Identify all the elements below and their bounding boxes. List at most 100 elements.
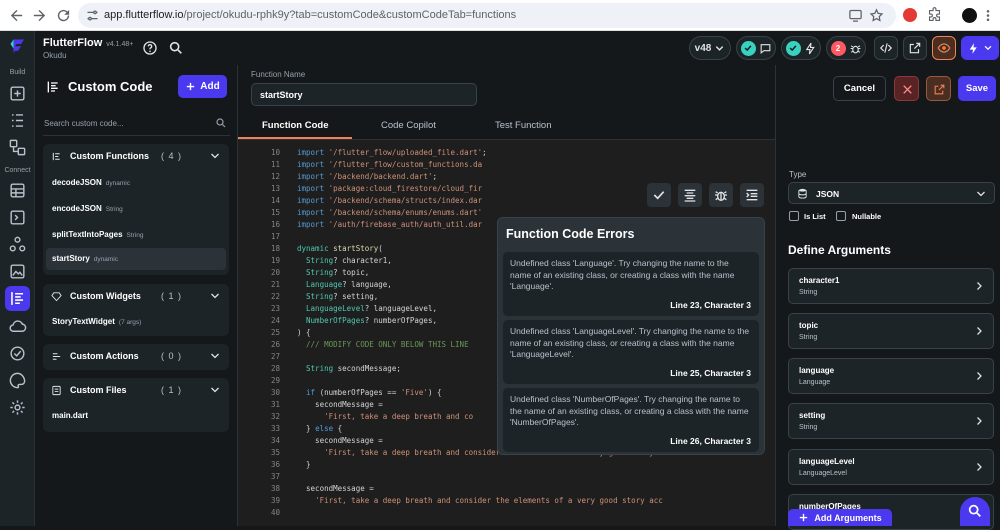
app-values-icon[interactable] [8,208,27,227]
debug-button[interactable] [709,183,733,207]
line-number: 17 [270,232,280,241]
function-name-input[interactable]: startStory [251,83,477,106]
align-code-button[interactable] [678,183,702,207]
error-item[interactable]: Undefined class 'LanguageLevel'. Try cha… [503,320,759,384]
collaboration-status-button[interactable] [736,36,776,60]
add-arguments-button[interactable]: Add Arguments [788,509,892,526]
database-icon[interactable] [8,181,27,200]
custom-actions-header[interactable]: Custom Actions ( 0 ) [43,344,229,368]
widget-tree-icon[interactable] [8,111,27,130]
error-item[interactable]: Undefined class 'NumberOfPages'. Try cha… [503,388,759,452]
test-icon[interactable] [8,344,27,363]
return-type-dropdown[interactable]: JSON [788,182,995,204]
reload-icon[interactable] [55,7,72,24]
line-number: 10 [270,148,280,157]
custom-functions-header[interactable]: Custom Functions ( 4 ) [43,144,229,168]
argument-item-language[interactable]: language Language [788,358,994,394]
line-number: 15 [270,208,280,217]
error-item[interactable]: Undefined class 'Language'. Try changing… [503,252,759,316]
delete-function-button[interactable] [894,76,919,101]
cloud-functions-icon[interactable] [8,317,27,336]
media-assets-icon[interactable] [8,262,27,281]
open-in-new-button[interactable] [926,76,951,101]
add-page-icon[interactable] [8,84,27,103]
browser-menu-icon[interactable] [983,7,993,24]
is-list-checkbox[interactable] [789,211,799,221]
code-line: import '/flutter_flow/custom_functions.d… [297,160,483,169]
argument-item-setting[interactable]: setting String [788,403,994,439]
chevron-down-icon [975,188,987,200]
project-issues-button[interactable]: 2 [826,36,866,60]
help-icon[interactable] [142,40,158,56]
search-icon[interactable] [168,40,184,56]
bookmark-star-icon[interactable] [869,8,884,23]
argument-item-character1[interactable]: character1 String [788,268,994,304]
extensions-puzzle-icon[interactable] [926,7,943,24]
url-text: app.flutterflow.io/project/okudu-rphk9y?… [104,9,517,21]
nullable-checkbox[interactable] [836,211,846,221]
function-item-decodejson[interactable]: decodeJSON dynamic [46,172,226,194]
argument-item-languagelevel[interactable]: languageLevel LanguageLevel [788,449,994,485]
function-item-splittextintopages[interactable]: splitTextIntoPages String [46,224,226,246]
plus-icon [800,513,808,522]
line-number: 13 [270,184,280,193]
line-number: 30 [270,388,280,397]
rail-connect-label: Connect [4,167,31,174]
function-list-icon [51,151,62,162]
error-location: Line 25, Character 3 [670,368,751,378]
tab-function-code[interactable]: Function Code [262,120,329,131]
error-message: Undefined class 'Language'. Try changing… [510,258,735,291]
install-app-icon[interactable] [848,8,863,23]
back-arrow-icon[interactable] [8,7,25,24]
adblock-extension-icon[interactable] [903,8,917,22]
search-custom-code-input[interactable]: Search custom code... [43,114,230,136]
tab-test-function[interactable]: Test Function [495,120,552,131]
line-number: 12 [270,172,280,181]
line-number: 40 [270,508,280,517]
function-item-startstory[interactable]: startStory dynamic [46,248,226,270]
storyboard-icon[interactable] [8,138,27,157]
line-number: 35 [270,448,280,457]
view-code-button[interactable] [874,36,898,60]
settings-gear-icon[interactable] [8,398,27,417]
add-custom-code-button[interactable]: Add [178,75,227,98]
function-item-encodejson[interactable]: encodeJSON String [46,198,226,220]
format-indent-button[interactable] [740,183,764,207]
code-line: import '/auth/firebase_auth/auth_util.da… [297,220,483,229]
code-icon [879,43,893,53]
cancel-button[interactable]: Cancel [833,76,886,101]
code-line: import '/flutter_flow/uploaded_file.dart… [297,148,487,157]
tab-code-copilot[interactable]: Code Copilot [381,120,436,131]
address-bar[interactable]: app.flutterflow.io/project/okudu-rphk9y?… [78,3,896,28]
custom-widgets-header[interactable]: Custom Widgets ( 1 ) [43,284,229,308]
rail-build-label: Build [9,69,26,76]
run-mode-button[interactable] [961,36,999,60]
format-check-button[interactable] [647,183,671,207]
support-chat-button[interactable] [960,497,990,526]
build-status-button[interactable] [781,36,821,60]
theme-icon[interactable] [8,371,27,390]
code-line: import '/backend/schema/enums/enums.dart… [297,208,483,217]
error-message: Undefined class 'NumberOfPages'. Try cha… [510,394,749,427]
widget-item-storytextwidget[interactable]: StoryTextWidget (7 args) [46,311,226,333]
custom-files-header[interactable]: Custom Files ( 1 ) [43,378,229,402]
sdk-version-dropdown[interactable]: v48 [689,36,731,60]
site-settings-icon[interactable] [85,8,100,23]
open-in-new-icon [934,84,945,95]
custom-code-icon[interactable] [5,286,30,311]
forward-arrow-icon[interactable] [31,7,48,24]
code-line: } [297,460,311,469]
file-item-main-dart[interactable]: main.dart [46,405,226,427]
code-line: LanguageLevel? languageLevel, [306,304,437,313]
open-external-button[interactable] [903,36,927,60]
code-line: 'First, take a deep breath and co [324,412,474,421]
code-line: import '/backend/schema/structs/index.da… [297,196,483,205]
preview-button[interactable] [932,36,956,60]
argument-item-topic[interactable]: topic String [788,313,994,349]
custom-files-section: Custom Files ( 1 ) main.dart [43,378,229,432]
line-number: 29 [270,376,280,385]
api-calls-icon[interactable] [8,235,27,254]
file-icon [51,385,62,396]
save-button[interactable]: Save [958,76,996,101]
profile-avatar[interactable] [962,8,977,23]
